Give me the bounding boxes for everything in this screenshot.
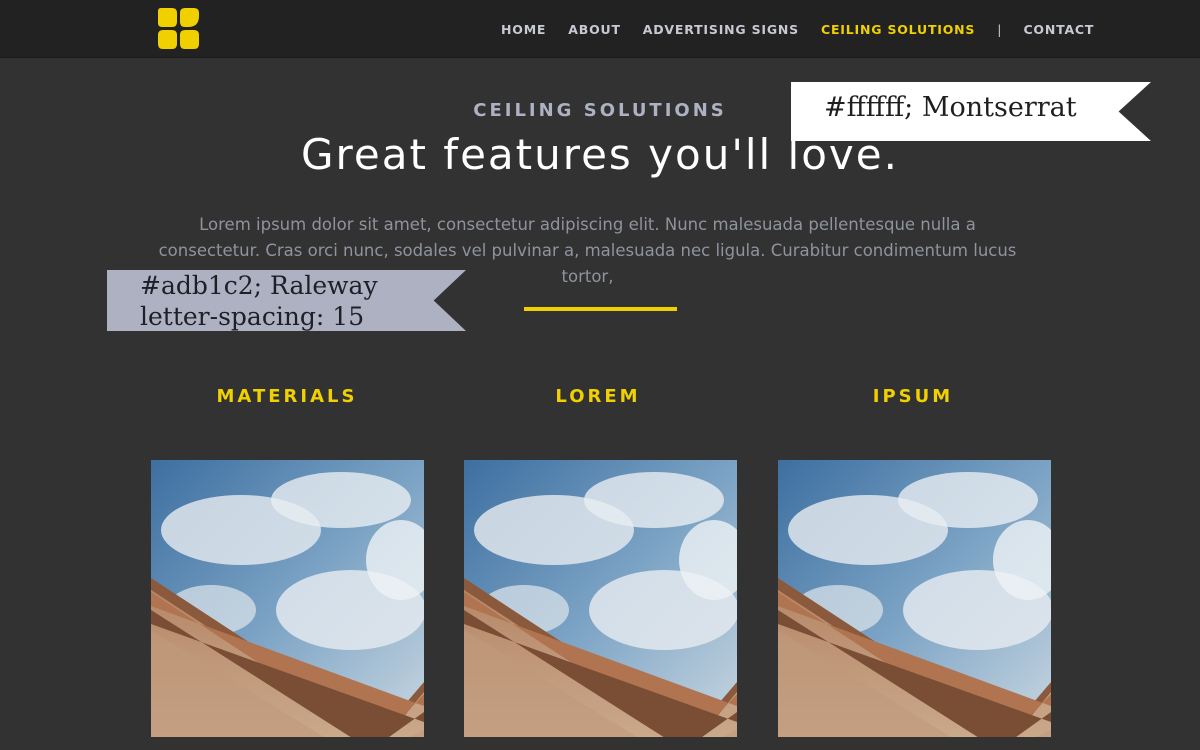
feature-title-ipsum: IPSUM: [872, 386, 954, 407]
annotation-text-line2: letter-spacing: 15: [140, 302, 365, 331]
annotation-flag-headline-style: #ffffff; Montserrat: [791, 82, 1151, 141]
sky-building-image: [464, 460, 737, 737]
nav-contact[interactable]: CONTACT: [1023, 22, 1094, 37]
top-navbar: HOME ABOUT ADVERTISING SIGNS CEILING SOL…: [0, 0, 1200, 58]
nav-about[interactable]: ABOUT: [568, 22, 621, 37]
nav-separator: |: [997, 21, 1002, 37]
nav-home[interactable]: HOME: [501, 22, 546, 37]
sky-building-image: [778, 460, 1051, 737]
main-nav: HOME ABOUT ADVERTISING SIGNS CEILING SOL…: [490, 0, 1094, 58]
annotation-text-line1: #adb1c2; Raleway: [140, 271, 378, 300]
accent-divider: [524, 307, 677, 311]
nav-advertising-signs[interactable]: ADVERTISING SIGNS: [643, 22, 799, 37]
feature-image-lorem[interactable]: [464, 460, 737, 737]
annotation-text: #ffffff; Montserrat: [824, 92, 1077, 123]
annotation-flag-eyebrow-style: #adb1c2; Raleway letter-spacing: 15: [107, 270, 466, 331]
nav-ceiling-solutions[interactable]: CEILING SOLUTIONS: [821, 22, 975, 37]
feature-title-lorem: LOREM: [555, 386, 641, 407]
logo-icon[interactable]: [156, 7, 201, 50]
feature-image-materials[interactable]: [151, 460, 424, 737]
sky-building-image: [151, 460, 424, 737]
feature-image-ipsum[interactable]: [778, 460, 1051, 737]
feature-title-materials: MATERIALS: [216, 386, 358, 407]
